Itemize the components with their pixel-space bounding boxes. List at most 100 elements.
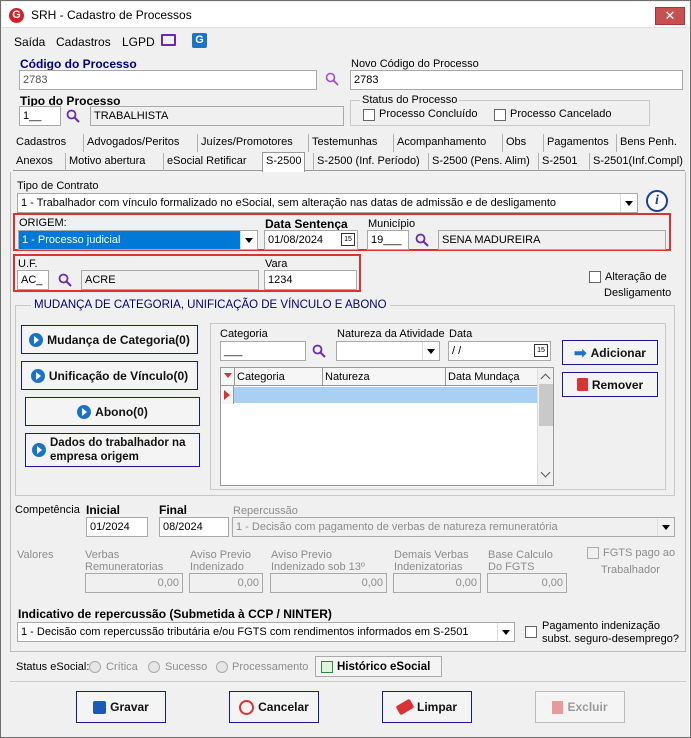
- search-icon[interactable]: [325, 72, 339, 86]
- g-logo-icon[interactable]: G: [192, 33, 207, 48]
- unificacao-vinculo-button[interactable]: Unificação de Vínculo(0): [21, 361, 198, 390]
- sucesso-label: Sucesso: [165, 661, 208, 673]
- sort-icon: [224, 373, 232, 378]
- processamento-radio[interactable]: [216, 661, 228, 673]
- grid-col-data[interactable]: Data Mundaça: [445, 368, 537, 386]
- row-pointer-icon: [224, 390, 230, 400]
- save-icon: [93, 700, 107, 714]
- limpar-label: Limpar: [416, 700, 457, 714]
- main-window: G SRH - Cadastro de Processos ✕ Saída Ca…: [0, 0, 691, 738]
- limpar-button[interactable]: Limpar: [382, 691, 472, 723]
- tab-esocial-retificar[interactable]: eSocial Retificar: [163, 153, 249, 171]
- origem-label: ORIGEM:: [19, 217, 67, 229]
- verbas-label-1: Verbas: [85, 549, 120, 561]
- excluir-label: Excluir: [567, 700, 608, 714]
- inicial-input[interactable]: 01/2024: [86, 517, 148, 537]
- tipo-contrato-select[interactable]: 1 - Trabalhador com vínculo formalizado …: [17, 193, 638, 213]
- menu-cadastros[interactable]: Cadastros: [56, 35, 111, 49]
- alteracao-desligamento-checkbox[interactable]: [589, 271, 601, 283]
- demais-input[interactable]: 0,00: [393, 573, 481, 593]
- critica-radio[interactable]: [89, 661, 101, 673]
- tab-obs[interactable]: Obs: [502, 134, 529, 152]
- cancelar-button[interactable]: Cancelar: [229, 691, 319, 723]
- excluir-button[interactable]: Excluir: [535, 691, 625, 723]
- processo-cancelado-checkbox[interactable]: [494, 109, 506, 121]
- abono-label: Abono(0): [95, 404, 148, 419]
- tipo-processo-desc: TRABALHISTA: [90, 106, 344, 126]
- novo-codigo-input[interactable]: 2783: [350, 70, 683, 90]
- grid-scrollbar[interactable]: [537, 368, 553, 485]
- vara-input[interactable]: 1234: [264, 270, 357, 290]
- remover-button[interactable]: Remover: [562, 372, 658, 397]
- municipio-code[interactable]: 19___: [367, 230, 409, 250]
- aviso13-label-1: Aviso Previo: [271, 549, 332, 561]
- processo-concluido-checkbox[interactable]: [363, 109, 375, 121]
- play-icon: [77, 404, 92, 419]
- tab-acompanhamento[interactable]: Acompanhamento: [393, 134, 489, 152]
- verbas-label: Verbas Remuneratorias: [85, 549, 163, 573]
- final-input[interactable]: 08/2024: [159, 517, 229, 537]
- chevron-up-icon[interactable]: [540, 373, 551, 384]
- aviso-input[interactable]: 0,00: [189, 573, 263, 593]
- tab-s2500-pens-alim[interactable]: S-2500 (Pens. Alim): [428, 153, 533, 171]
- menu-lgpd[interactable]: LGPD: [122, 35, 155, 49]
- adicionar-button[interactable]: ➡ Adicionar: [562, 340, 658, 365]
- codigo-input[interactable]: 2783: [19, 70, 317, 90]
- dados-trabalhador-label: Dados do trabalhador na empresa origem: [50, 436, 185, 464]
- fgts-label-2: Trabalhador: [601, 564, 660, 576]
- fgts-checkbox[interactable]: [587, 547, 599, 559]
- categoria-input[interactable]: ___: [220, 341, 306, 361]
- base-input[interactable]: 0,00: [487, 573, 567, 593]
- gravar-button[interactable]: Gravar: [76, 691, 166, 723]
- indicativo-select[interactable]: 1 - Decisão com repercussão tributária e…: [17, 622, 515, 642]
- chevron-down-icon: [240, 231, 257, 249]
- tab-testemunhas[interactable]: Testemunhas: [308, 134, 380, 152]
- mudanca-categoria-button[interactable]: Mudança de Categoria(0): [21, 325, 198, 354]
- chevron-down-icon[interactable]: [540, 467, 551, 478]
- historico-esocial-button[interactable]: Histórico eSocial: [315, 656, 442, 677]
- grid-col-natureza[interactable]: Natureza: [322, 368, 445, 386]
- tab-s2500[interactable]: S-2500: [262, 152, 306, 172]
- indicativo-value: 1 - Decisão com repercussão tributária e…: [21, 626, 469, 638]
- sucesso-radio[interactable]: [148, 661, 160, 673]
- tab-s2500-inf-periodo[interactable]: S-2500 (Inf. Período): [313, 153, 423, 171]
- origem-select[interactable]: 1 - Processo judicial: [18, 230, 258, 250]
- cancel-icon: [239, 699, 255, 715]
- dados-trabalhador-button[interactable]: Dados do trabalhador na empresa origem: [25, 433, 200, 467]
- scroll-thumb[interactable]: [539, 384, 553, 426]
- abono-button[interactable]: Abono(0): [25, 397, 200, 426]
- close-button[interactable]: ✕: [655, 7, 685, 25]
- aviso13-input[interactable]: 0,00: [270, 573, 387, 593]
- tab-anexos[interactable]: Anexos: [13, 153, 56, 171]
- tipo-processo-code[interactable]: 1__: [19, 106, 61, 126]
- tab-motivo-abertura[interactable]: Motivo abertura: [65, 153, 148, 171]
- tab-cadastros[interactable]: Cadastros: [13, 134, 69, 152]
- tab-advogados[interactable]: Advogados/Peritos: [83, 134, 182, 152]
- grid-col-categoria[interactable]: Categoria: [234, 368, 322, 386]
- pagamento-indenizacao-checkbox[interactable]: [525, 626, 537, 638]
- monitor-icon[interactable]: [161, 34, 176, 46]
- tab-row-2: Anexos Motivo abertura eSocial Retificar…: [13, 152, 686, 172]
- tab-bens-penh[interactable]: Bens Penh.: [616, 134, 680, 152]
- search-icon[interactable]: [58, 273, 72, 287]
- chevron-down-icon: [422, 342, 439, 360]
- app-logo-icon: G: [9, 8, 24, 23]
- processo-concluido-label: Processo Concluído: [379, 108, 478, 120]
- search-icon[interactable]: [66, 109, 80, 123]
- info-icon[interactable]: i: [646, 190, 668, 212]
- natureza-select[interactable]: [336, 341, 440, 361]
- uf-code[interactable]: AC_: [17, 270, 49, 290]
- calendar-icon[interactable]: 15: [534, 344, 548, 357]
- categoria-grid[interactable]: Categoria Natureza Data Mundaça: [220, 367, 554, 486]
- repercussao-select[interactable]: 1 - Decisão com pagamento de verbas de n…: [232, 517, 675, 537]
- tab-juizes[interactable]: Juízes/Promotores: [197, 134, 296, 152]
- calendar-icon[interactable]: 15: [341, 233, 355, 246]
- menu-saida[interactable]: Saída: [14, 35, 45, 49]
- table-row[interactable]: [234, 387, 537, 403]
- verbas-input[interactable]: 0,00: [85, 573, 183, 593]
- search-icon[interactable]: [312, 344, 326, 358]
- tab-s2501[interactable]: S-2501: [538, 153, 580, 171]
- search-icon[interactable]: [415, 233, 429, 247]
- tab-s2501-inf-compl[interactable]: S-2501(Inf.Compl): [589, 153, 686, 171]
- tab-pagamentos[interactable]: Pagamentos: [543, 134, 612, 152]
